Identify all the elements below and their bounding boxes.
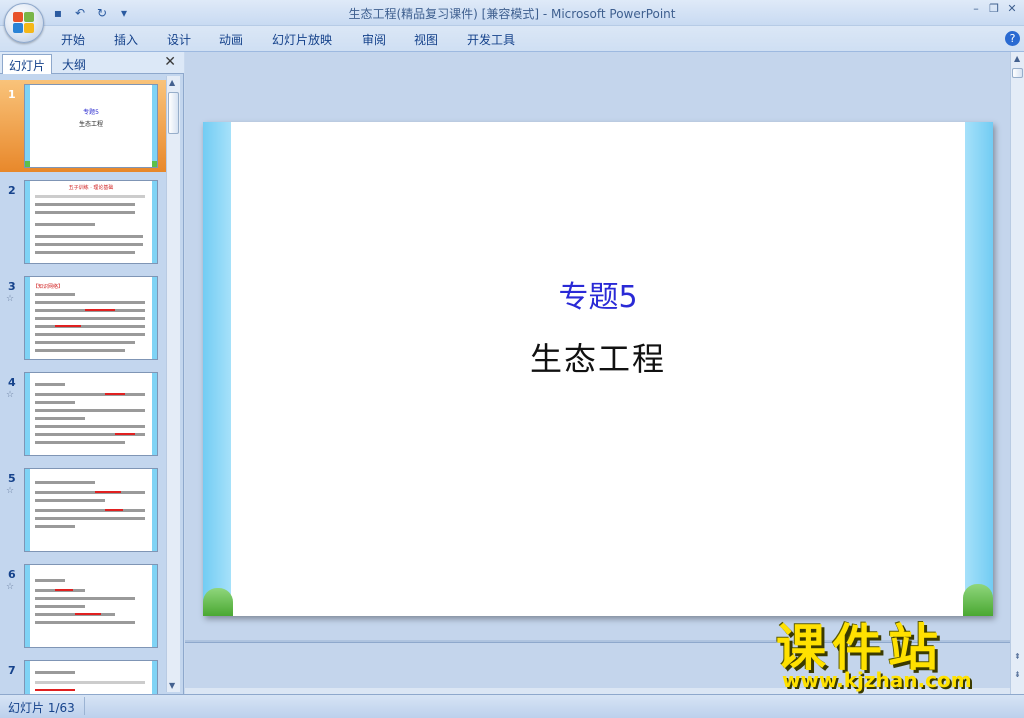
- restore-icon[interactable]: ❐: [986, 2, 1002, 16]
- animation-star-icon: ☆: [6, 582, 15, 592]
- thumbnail-item[interactable]: 1 专题5 生态工程: [0, 80, 166, 172]
- thumbnail-number: 1: [8, 88, 16, 101]
- prev-slide-icon[interactable]: ⇞: [1014, 652, 1021, 661]
- slide-canvas[interactable]: 专题5 生态工程: [203, 122, 993, 616]
- office-button[interactable]: [4, 3, 44, 43]
- thumbnail-number: 5: [8, 472, 16, 485]
- thumbnail-item[interactable]: 5 ☆: [0, 464, 166, 556]
- panel-tabs: 幻灯片 大纲 ✕: [0, 52, 184, 74]
- thumbnail-title: 专题5: [83, 109, 99, 116]
- tab-design[interactable]: 设计: [167, 31, 191, 48]
- tab-slideshow[interactable]: 幻灯片放映: [272, 31, 332, 48]
- tab-insert[interactable]: 插入: [114, 31, 138, 48]
- thumbnail-preview: 五子训练 · 理论基础: [24, 180, 158, 264]
- thumbnail-item[interactable]: 6 ☆: [0, 560, 166, 652]
- window-controls: – ❐ ✕: [968, 2, 1020, 16]
- watermark-logo: 课件站 www.kjzhan.com: [776, 620, 1006, 698]
- thumbnail-preview: [24, 468, 158, 552]
- title-bar: ▪ ↶ ↻ ▾ 生态工程(精品复习课件) [兼容模式] - Microsoft …: [0, 0, 1024, 26]
- thumbnail-preview: [24, 564, 158, 648]
- animation-star-icon: ☆: [6, 294, 15, 304]
- thumbnail-item[interactable]: 2 五子训练 · 理论基础: [0, 176, 166, 268]
- slide-canvas-area: 专题5 生态工程: [185, 52, 1010, 640]
- tab-home[interactable]: 开始: [61, 31, 85, 48]
- close-panel-icon[interactable]: ✕: [164, 54, 176, 70]
- thumbnail-preview: [24, 660, 158, 694]
- slides-panel: 幻灯片 大纲 ✕ 1 专题5 生态工程 2 五子训练 · 理论基础 3 ☆ 【知…: [0, 52, 184, 694]
- close-icon[interactable]: ✕: [1004, 2, 1020, 16]
- tab-outline[interactable]: 大纲: [56, 54, 92, 74]
- scroll-thumb[interactable]: [168, 92, 179, 134]
- thumbnail-header: 【知识网络】: [33, 284, 64, 290]
- help-icon[interactable]: ?: [1005, 31, 1020, 46]
- thumbnail-preview: [24, 372, 158, 456]
- next-slide-icon[interactable]: ⇟: [1014, 670, 1021, 679]
- ribbon-tabs: 开始 插入 设计 动画 幻灯片放映 审阅 视图 开发工具 ?: [0, 26, 1024, 52]
- thumbnail-header: 五子训练 · 理论基础: [68, 185, 114, 191]
- thumbnail-preview: 【知识网络】: [24, 276, 158, 360]
- thumbnail-number: 6: [8, 568, 16, 581]
- tab-slides[interactable]: 幻灯片: [2, 54, 53, 74]
- grass-decoration-right: [963, 584, 993, 616]
- thumbnail-number: 2: [8, 184, 16, 197]
- slide-counter: 幻灯片 1/63: [8, 701, 75, 715]
- scroll-thumb[interactable]: [1012, 68, 1023, 78]
- thumbnail-item[interactable]: 7: [0, 656, 166, 694]
- editor-scrollbar[interactable]: ▲ ⇞ ⇟: [1010, 52, 1024, 694]
- thumbnail-number: 4: [8, 376, 16, 389]
- watermark-url: www.kjzhan.com: [782, 668, 972, 692]
- tab-animation[interactable]: 动画: [219, 31, 243, 48]
- status-divider: [84, 697, 85, 715]
- scroll-up-icon[interactable]: ▲: [1014, 54, 1020, 63]
- slide-subtitle[interactable]: 生态工程: [203, 334, 993, 380]
- slide-title[interactable]: 专题5: [203, 272, 993, 316]
- thumbnail-subtitle: 生态工程: [78, 121, 103, 128]
- thumbnail-number: 3: [8, 280, 16, 293]
- tab-review[interactable]: 审阅: [362, 31, 386, 48]
- thumbnail-number: 7: [8, 664, 16, 677]
- panel-scrollbar[interactable]: ▲ ▼: [166, 76, 180, 692]
- window-title: 生态工程(精品复习课件) [兼容模式] - Microsoft PowerPoi…: [348, 7, 676, 21]
- thumbnail-preview: 专题5 生态工程: [24, 84, 158, 168]
- slide-editor: 专题5 生态工程: [185, 52, 1010, 642]
- scroll-up-icon[interactable]: ▲: [169, 78, 175, 87]
- animation-star-icon: ☆: [6, 486, 15, 496]
- tab-developer[interactable]: 开发工具: [467, 31, 515, 48]
- tab-view[interactable]: 视图: [414, 31, 438, 48]
- thumbnail-list: 1 专题5 生态工程 2 五子训练 · 理论基础 3 ☆ 【知识网络】 4 ☆ …: [0, 76, 166, 694]
- minimize-icon[interactable]: –: [968, 2, 984, 16]
- grass-decoration-left: [203, 588, 233, 616]
- thumbnail-item[interactable]: 4 ☆: [0, 368, 166, 460]
- thumbnail-item[interactable]: 3 ☆ 【知识网络】: [0, 272, 166, 364]
- office-logo-icon: [13, 12, 35, 34]
- animation-star-icon: ☆: [6, 390, 15, 400]
- scroll-down-icon[interactable]: ▼: [169, 681, 175, 690]
